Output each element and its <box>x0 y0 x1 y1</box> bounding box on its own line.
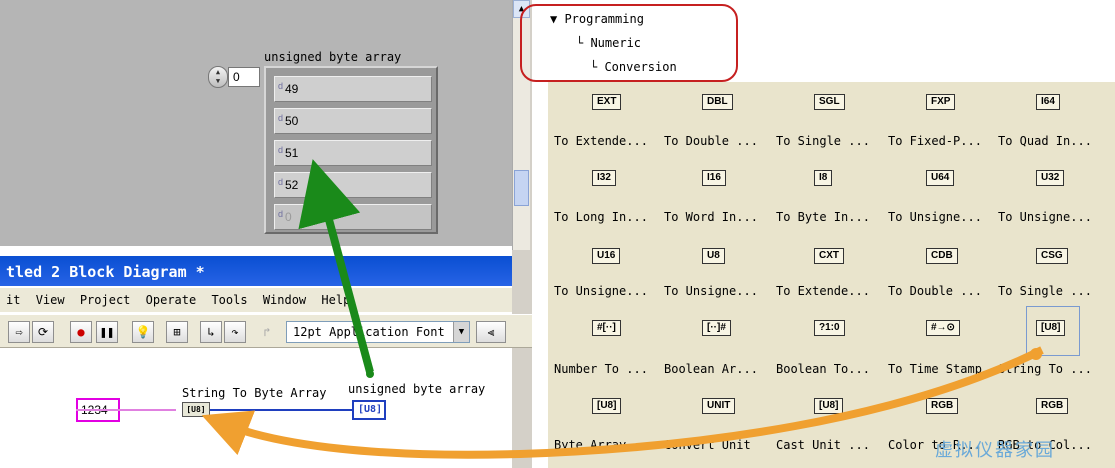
orange-arrow-tail <box>1030 348 1042 360</box>
orange-arrow <box>201 346 1044 459</box>
green-arrow-tail <box>366 370 374 378</box>
watermark: 虚拟仪器家园 <box>935 440 1055 461</box>
annotation-arrows <box>76 159 1044 459</box>
green-arrow <box>298 159 374 374</box>
